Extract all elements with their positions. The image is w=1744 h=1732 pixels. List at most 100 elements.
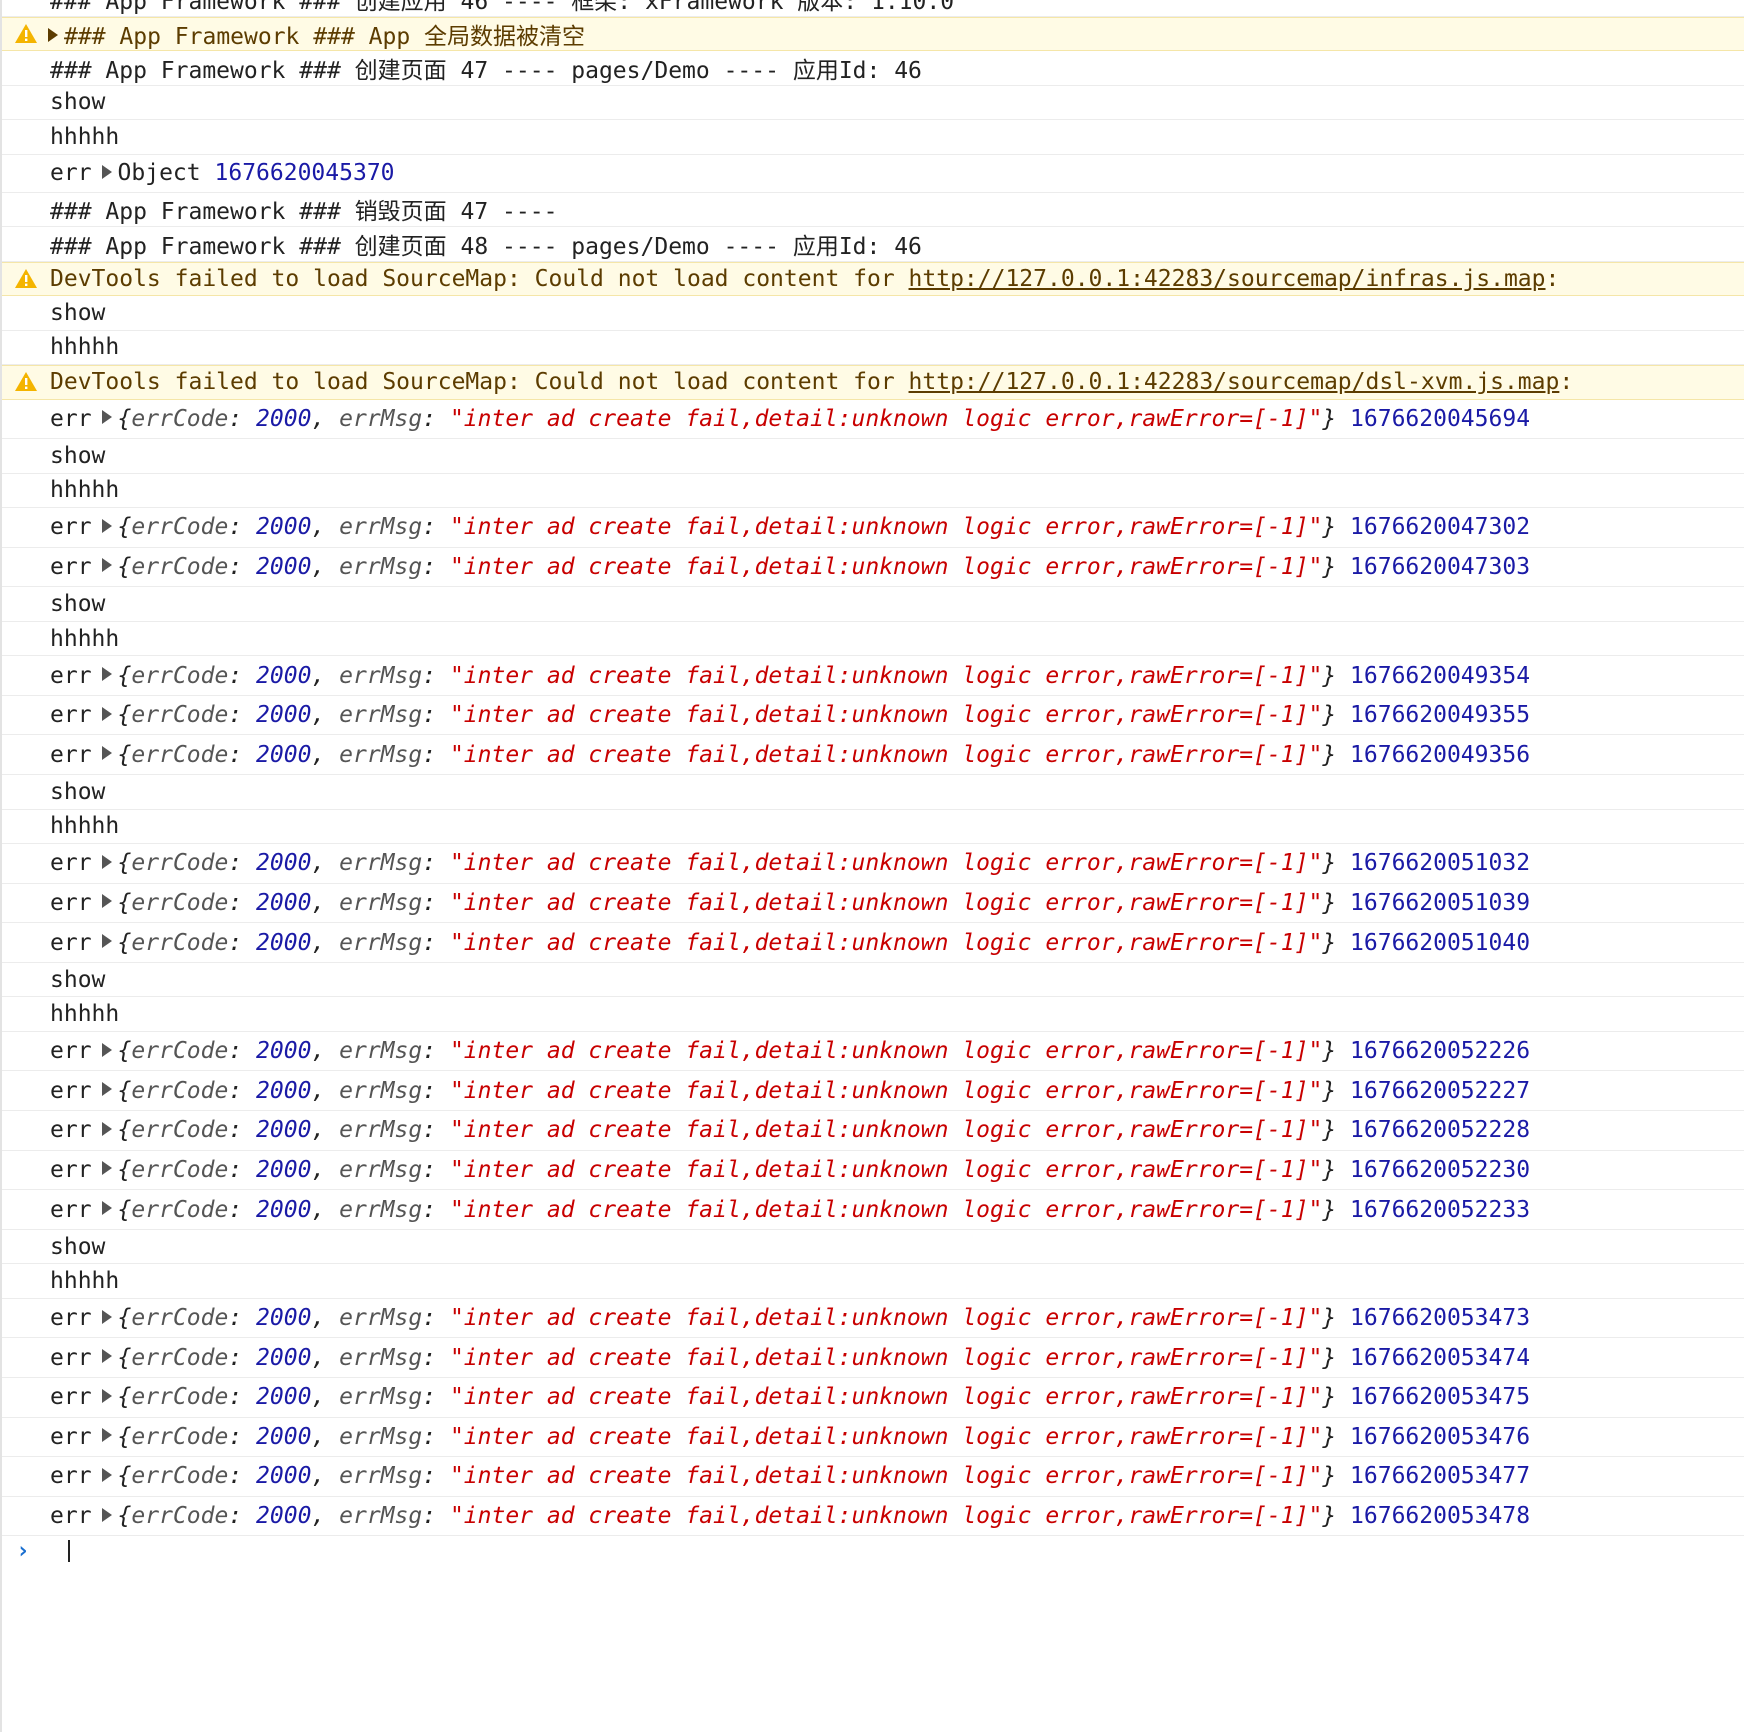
console-message[interactable]: err {errCode: 2000, errMsg: "inter ad cre…	[2, 1151, 1744, 1191]
console-message[interactable]: err {errCode: 2000, errMsg: "inter ad cre…	[2, 1497, 1744, 1537]
console-message[interactable]: err {errCode: 2000, errMsg: "inter ad cre…	[2, 923, 1744, 963]
message-text: show	[50, 779, 105, 805]
console-message[interactable]: err {errCode: 2000, errMsg: "inter ad cre…	[2, 884, 1744, 924]
expand-arrow-icon[interactable]	[101, 1121, 112, 1136]
expand-arrow-icon[interactable]	[101, 746, 112, 761]
console-message[interactable]: err {errCode: 2000, errMsg: "inter ad cre…	[2, 696, 1744, 736]
message-text: err {errCode: 2000, errMsg: "inter ad cre…	[50, 554, 1530, 580]
console-message[interactable]: hhhhh	[2, 997, 1744, 1032]
object-open-brace: {	[117, 1463, 132, 1490]
console-message[interactable]: err Object 1676620045370	[2, 155, 1744, 193]
expand-arrow-icon[interactable]	[101, 1082, 112, 1097]
console-message[interactable]: hhhhh	[2, 1264, 1744, 1299]
sourcemap-link[interactable]: http://127.0.0.1:42283/sourcemap/dsl-xvm…	[909, 369, 1560, 395]
message-text: ### App Framework ### 创建页面 48 ---- pages…	[50, 227, 922, 261]
err-msg-value: "inter ad create fail,detail:unknown log…	[449, 405, 1323, 432]
expand-arrow-icon[interactable]	[101, 558, 112, 573]
err-msg-key: errMsg	[339, 702, 423, 729]
sourcemap-link[interactable]: http://127.0.0.1:42283/sourcemap/infras.…	[909, 266, 1546, 292]
console-message[interactable]: err {errCode: 2000, errMsg: "inter ad cre…	[2, 844, 1744, 884]
console-message[interactable]: show	[2, 775, 1744, 810]
expand-arrow-icon[interactable]	[101, 1467, 112, 1482]
err-code-key: errCode	[131, 1038, 229, 1065]
message-text: show	[50, 967, 105, 993]
comma: ,	[311, 662, 340, 689]
colon: :	[228, 1117, 257, 1144]
console-message[interactable]: err {errCode: 2000, errMsg: "inter ad cre…	[2, 1111, 1744, 1151]
expand-arrow-icon[interactable]	[101, 1507, 112, 1522]
expand-arrow-icon[interactable]	[101, 894, 112, 909]
console-message[interactable]: show	[2, 296, 1744, 331]
console-message[interactable]: err {errCode: 2000, errMsg: "inter ad cre…	[2, 548, 1744, 588]
expand-arrow-icon[interactable]	[101, 854, 112, 869]
console-message[interactable]: err {errCode: 2000, errMsg: "inter ad cre…	[2, 400, 1744, 440]
console-message[interactable]: err {errCode: 2000, errMsg: "inter ad cre…	[2, 1299, 1744, 1339]
console-message[interactable]: err {errCode: 2000, errMsg: "inter ad cre…	[2, 735, 1744, 776]
expand-arrow-icon[interactable]	[101, 667, 112, 682]
expand-arrow-icon[interactable]	[101, 164, 112, 179]
console-message[interactable]: DevTools failed to load SourceMap: Could…	[2, 365, 1744, 400]
console-message[interactable]: err {errCode: 2000, errMsg: "inter ad cre…	[2, 656, 1744, 696]
console-message[interactable]: show	[2, 439, 1744, 474]
log-prefix: err	[50, 1503, 92, 1530]
console-message[interactable]: ### App Framework ### App 全局数据被清空	[2, 16, 1744, 51]
err-msg-value: "inter ad create fail,detail:unknown log…	[449, 850, 1323, 877]
log-prefix: err	[50, 889, 92, 916]
console-message[interactable]: hhhhh	[2, 331, 1744, 365]
expand-arrow-icon[interactable]	[101, 1349, 112, 1364]
console-message[interactable]: ### App Framework ### 创建应用 46 ---- 框架: x…	[2, 0, 1744, 17]
console-message[interactable]: err {errCode: 2000, errMsg: "inter ad cre…	[2, 1032, 1744, 1072]
console-message[interactable]: hhhhh	[2, 120, 1744, 155]
console-message[interactable]: err {errCode: 2000, errMsg: "inter ad cre…	[2, 1378, 1744, 1418]
err-code-value: 2000	[256, 1117, 312, 1144]
timestamp: 1676620047303	[1350, 553, 1531, 580]
expand-arrow-icon[interactable]	[101, 1309, 112, 1324]
expand-arrow-icon[interactable]	[101, 1201, 112, 1216]
expand-arrow-icon[interactable]	[101, 1042, 112, 1057]
expand-arrow-icon[interactable]	[101, 706, 112, 721]
err-msg-value: "inter ad create fail,detail:unknown log…	[449, 1423, 1323, 1450]
console-message[interactable]: err {errCode: 2000, errMsg: "inter ad cre…	[2, 1457, 1744, 1497]
expand-arrow-icon[interactable]	[101, 1161, 112, 1176]
object-open-brace: {	[117, 553, 132, 580]
console-prompt[interactable]: ›	[2, 1536, 1744, 1566]
console-message[interactable]: err {errCode: 2000, errMsg: "inter ad cre…	[2, 1338, 1744, 1378]
console-message[interactable]: ### App Framework ### 创建页面 47 ---- pages…	[2, 51, 1744, 86]
console-message[interactable]: show	[2, 86, 1744, 120]
console-message[interactable]: hhhhh	[2, 810, 1744, 845]
console-message[interactable]: show	[2, 587, 1744, 622]
console-message[interactable]: hhhhh	[2, 622, 1744, 657]
expand-arrow-icon[interactable]	[101, 1388, 112, 1403]
expand-arrow-icon[interactable]	[101, 1428, 112, 1443]
message-text: err {errCode: 2000, errMsg: "inter ad cre…	[50, 514, 1530, 540]
console-message[interactable]: err {errCode: 2000, errMsg: "inter ad cre…	[2, 1071, 1744, 1112]
expand-arrow-icon[interactable]	[48, 28, 58, 43]
timestamp: 1676620045370	[214, 160, 395, 186]
expand-arrow-icon[interactable]	[101, 934, 112, 949]
expand-arrow-icon[interactable]	[101, 518, 112, 533]
console-message[interactable]: ### App Framework ### 销毁页面 47 ----	[2, 193, 1744, 227]
expand-arrow-icon[interactable]	[101, 410, 112, 425]
object-close-brace: }	[1322, 929, 1337, 956]
console-message[interactable]: err {errCode: 2000, errMsg: "inter ad cre…	[2, 1190, 1744, 1230]
console-message[interactable]: err {errCode: 2000, errMsg: "inter ad cre…	[2, 508, 1744, 548]
colon: :	[228, 1423, 257, 1450]
console-message[interactable]: ### App Framework ### 创建页面 48 ---- pages…	[2, 227, 1744, 262]
err-code-key: errCode	[131, 929, 229, 956]
console-message[interactable]: show	[2, 1230, 1744, 1265]
colon: :	[422, 1423, 450, 1450]
object-close-brace: }	[1322, 1503, 1337, 1530]
console-message[interactable]: hhhhh	[2, 474, 1744, 509]
object-open-brace: {	[117, 1305, 132, 1332]
warning-icon	[14, 267, 38, 291]
timestamp: 1676620049354	[1350, 662, 1531, 689]
log-prefix: err	[50, 741, 92, 768]
object-open-brace: {	[117, 1038, 132, 1065]
console-message[interactable]: DevTools failed to load SourceMap: Could…	[2, 261, 1744, 296]
console-message[interactable]: show	[2, 963, 1744, 998]
console-message[interactable]: err {errCode: 2000, errMsg: "inter ad cre…	[2, 1418, 1744, 1458]
